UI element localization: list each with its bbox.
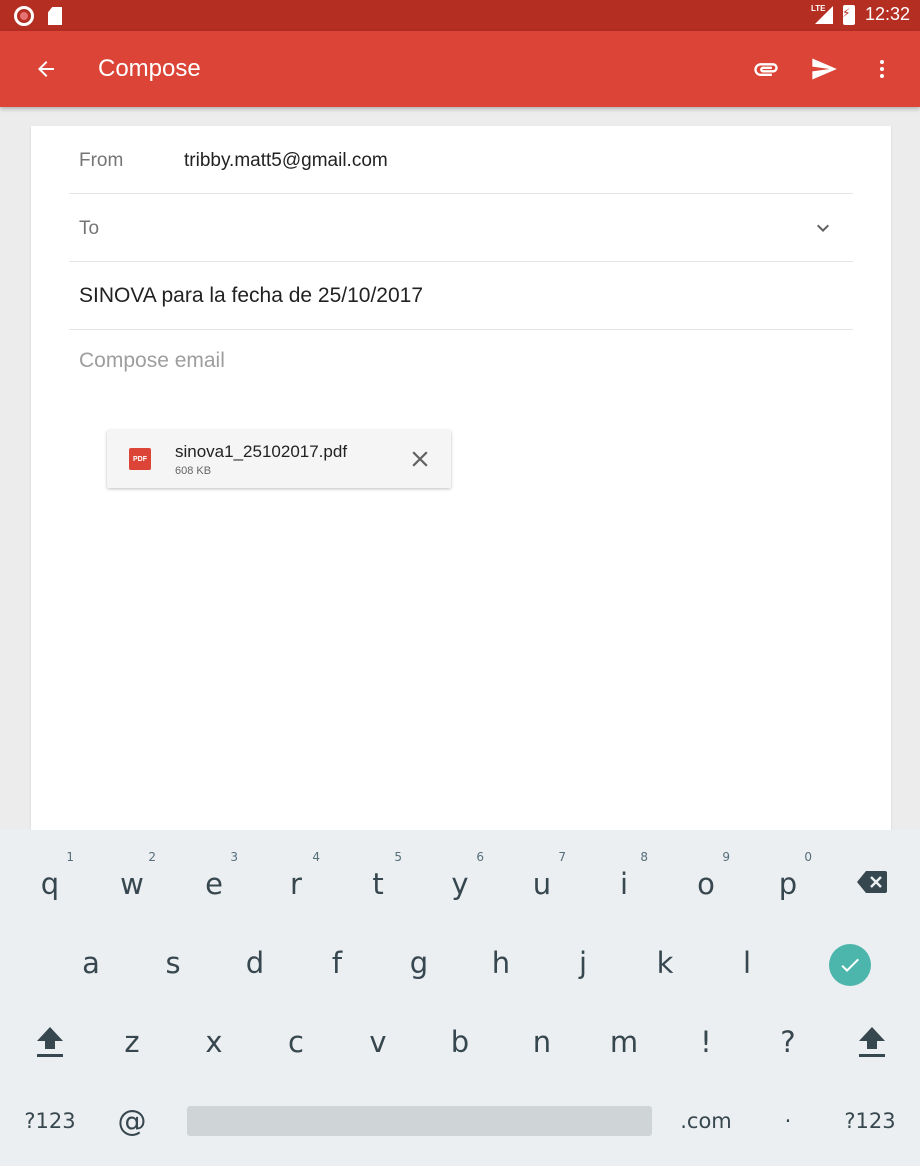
- key-r[interactable]: r4: [266, 850, 326, 914]
- from-label: From: [79, 150, 124, 171]
- key-k[interactable]: k: [635, 933, 695, 993]
- shift-right-icon[interactable]: [842, 1012, 902, 1072]
- screen-record-icon: [14, 6, 34, 26]
- symbols-right-key[interactable]: ?123: [840, 1091, 900, 1151]
- attachment-chip[interactable]: PDF sinova1_25102017.pdf 608 KB: [107, 430, 451, 488]
- attachment-size: 608 KB: [175, 465, 212, 477]
- to-field[interactable]: To: [69, 194, 853, 262]
- key-e[interactable]: e3: [184, 850, 244, 914]
- to-label: To: [79, 218, 100, 239]
- subject-text[interactable]: SINOVA para la fecha de 25/10/2017: [79, 284, 423, 308]
- attachment-name: sinova1_25102017.pdf: [175, 442, 348, 461]
- key-u[interactable]: u7: [512, 850, 572, 914]
- key-b[interactable]: b: [430, 1012, 490, 1072]
- key-n[interactable]: n: [512, 1012, 572, 1072]
- key-d[interactable]: d: [225, 933, 285, 993]
- from-row[interactable]: From tribby.matt5@gmail.com: [69, 126, 853, 194]
- back-arrow-icon[interactable]: [28, 51, 64, 87]
- check-icon: [841, 958, 859, 972]
- spacebar[interactable]: [187, 1106, 652, 1136]
- status-time: 12:32: [864, 4, 910, 24]
- lte-signal-icon: LTE: [811, 4, 833, 24]
- key-o[interactable]: o9: [676, 850, 736, 914]
- chevron-down-icon[interactable]: [811, 216, 835, 240]
- more-vert-icon[interactable]: [864, 51, 900, 87]
- close-icon[interactable]: [407, 446, 433, 472]
- key-c[interactable]: c: [266, 1012, 326, 1072]
- key-f[interactable]: f: [307, 933, 367, 993]
- compose-body-input[interactable]: Compose email: [79, 349, 225, 373]
- battery-charging-icon: [842, 4, 855, 25]
- key-h[interactable]: h: [471, 933, 531, 993]
- key-m[interactable]: m: [594, 1012, 654, 1072]
- key-s[interactable]: s: [143, 933, 203, 993]
- app-bar: Compose: [0, 31, 920, 107]
- key-exclamation[interactable]: !: [676, 1012, 736, 1072]
- sd-card-icon: [48, 7, 62, 25]
- send-icon[interactable]: [806, 51, 842, 87]
- status-bar: LTE 12:32: [0, 0, 920, 31]
- key-i[interactable]: i8: [594, 850, 654, 914]
- key-g[interactable]: g: [389, 933, 449, 993]
- compose-card: From tribby.matt5@gmail.com To SINOVA pa…: [31, 126, 891, 830]
- key-q[interactable]: q1: [20, 850, 80, 914]
- soft-keyboard: q1 w2 e3 r4 t5 y6 u7 i8 o9 p0 a s d f g …: [0, 830, 920, 1166]
- key-p[interactable]: p0: [758, 850, 818, 914]
- backspace-icon[interactable]: [842, 852, 902, 912]
- page-title: Compose: [98, 55, 201, 82]
- pdf-icon: PDF: [129, 448, 151, 470]
- key-l[interactable]: l: [717, 933, 777, 993]
- shift-left-icon[interactable]: [20, 1012, 80, 1072]
- key-at[interactable]: @: [102, 1091, 162, 1151]
- done-button[interactable]: [829, 944, 871, 986]
- subject-field[interactable]: SINOVA para la fecha de 25/10/2017: [69, 262, 853, 330]
- key-v[interactable]: v: [348, 1012, 408, 1072]
- key-w[interactable]: w2: [102, 850, 162, 914]
- key-question[interactable]: ?: [758, 1012, 818, 1072]
- key-t[interactable]: t5: [348, 850, 408, 914]
- key-dotcom[interactable]: .com: [676, 1091, 736, 1151]
- attach-icon[interactable]: [748, 51, 784, 87]
- symbols-left-key[interactable]: ?123: [20, 1091, 80, 1151]
- key-a[interactable]: a: [61, 933, 121, 993]
- key-y[interactable]: y6: [430, 850, 490, 914]
- key-j[interactable]: j: [553, 933, 613, 993]
- key-z[interactable]: z: [102, 1012, 162, 1072]
- key-dot[interactable]: ·: [758, 1091, 818, 1151]
- key-x[interactable]: x: [184, 1012, 244, 1072]
- from-value[interactable]: tribby.matt5@gmail.com: [184, 150, 388, 172]
